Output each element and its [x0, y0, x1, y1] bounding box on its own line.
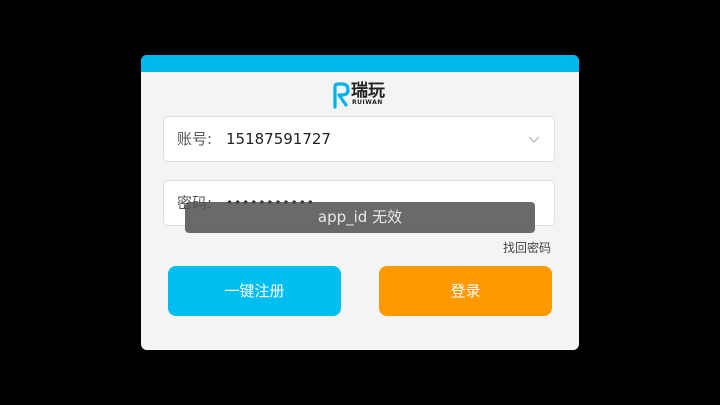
- account-input[interactable]: 15187591727: [226, 130, 331, 148]
- dialog-header-bar: [141, 55, 579, 72]
- account-label: 账号:: [177, 130, 213, 148]
- logo-subtitle: RUIWAN: [352, 99, 383, 106]
- account-field[interactable]: 账号: 15187591727: [163, 116, 555, 162]
- app-logo: 瑞玩 RUIWAN: [331, 81, 391, 111]
- chevron-down-icon[interactable]: [528, 136, 540, 144]
- forgot-password-link[interactable]: 找回密码: [503, 240, 551, 256]
- one-click-register-button[interactable]: 一键注册: [168, 266, 341, 316]
- ruiwan-r-logo-icon: [333, 82, 350, 109]
- login-button[interactable]: 登录: [379, 266, 552, 316]
- error-toast: app_id 无效: [185, 202, 535, 233]
